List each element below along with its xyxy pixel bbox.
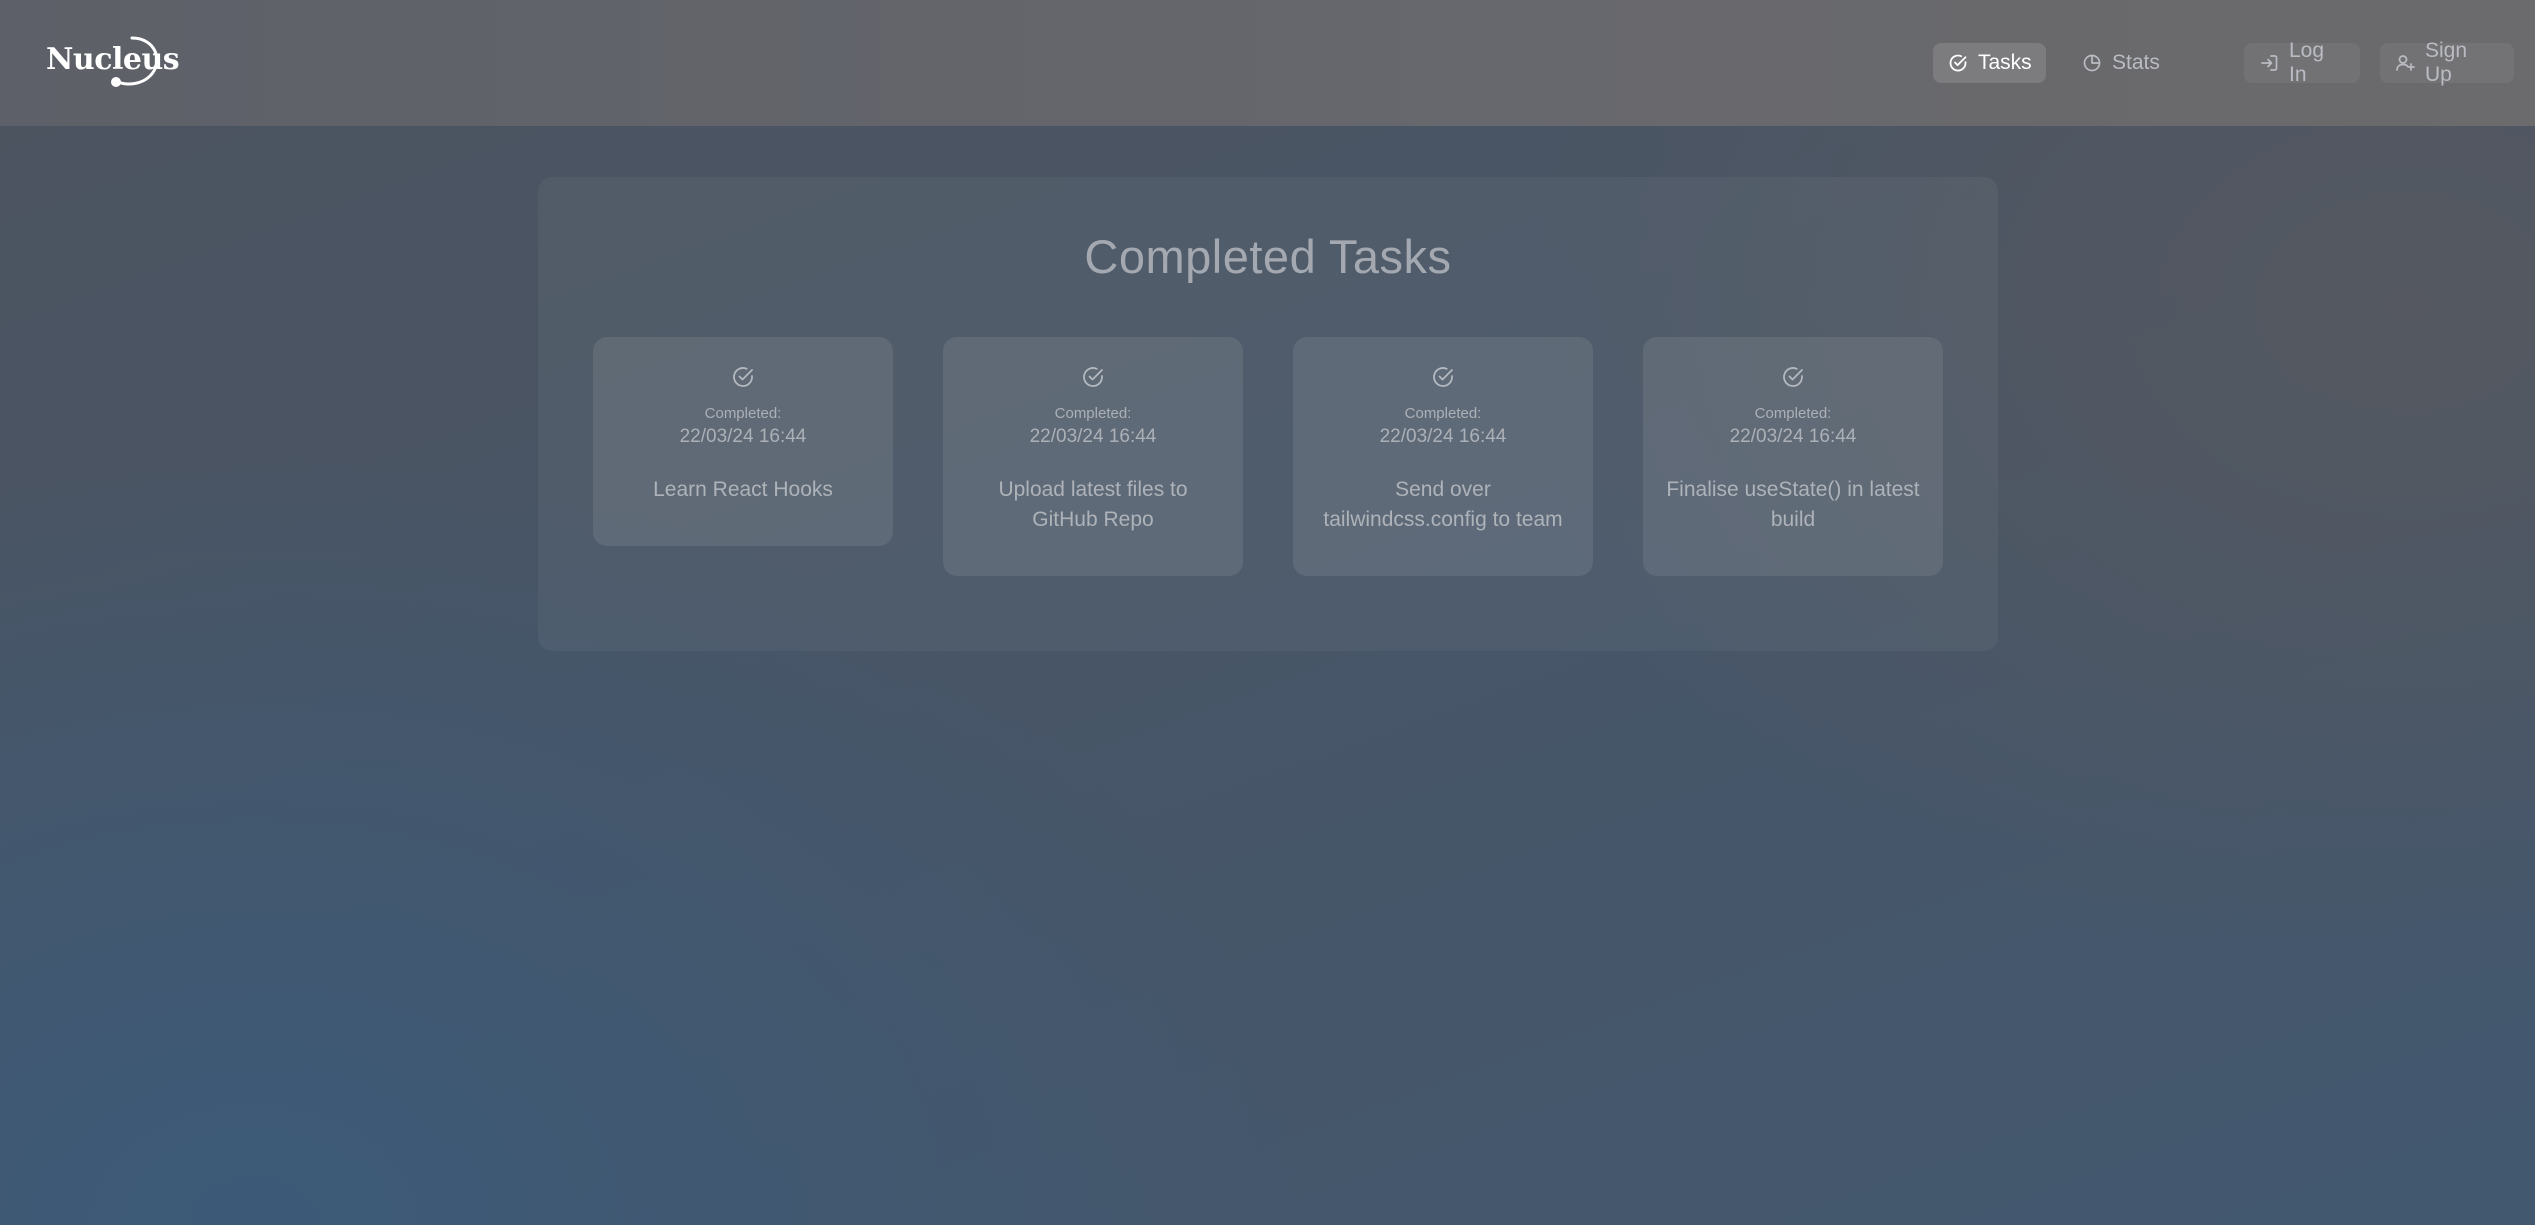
completed-label: Completed: [1054,405,1132,422]
user-plus-icon [2395,53,2415,73]
nav-tasks-label: Tasks [1978,51,2032,74]
signup-button[interactable]: Sign Up [2380,39,2514,86]
nucleus-logo[interactable]: Nucleus [46,32,180,96]
task-title: Finalise useState() in latest build [1666,478,1920,531]
check-circle-icon [1431,365,1455,389]
task-card[interactable]: Completed: 22/03/24 16:44 Upload latest … [943,337,1243,576]
completed-date: 22/03/24 16:44 [1029,426,1157,447]
completed-date: 22/03/24 16:44 [1379,426,1507,447]
nav-stats-label: Stats [2112,51,2160,74]
nav-tasks-button[interactable]: Tasks [1933,43,2046,83]
task-title: Learn React Hooks [653,478,833,501]
completed-date: 22/03/24 16:44 [679,426,807,447]
task-title: Upload latest files to GitHub Repo [998,478,1188,531]
page-title: Completed Tasks [1084,230,1452,283]
task-card[interactable]: Completed: 22/03/24 16:44 Learn React Ho… [593,337,893,546]
logo-text: Nucleus [46,42,180,77]
signup-label: Sign Up [2425,39,2468,86]
completed-label: Completed: [1404,405,1482,422]
check-circle-icon [1781,365,1805,389]
completed-label: Completed: [704,405,782,422]
completed-date: 22/03/24 16:44 [1729,426,1857,447]
nav-stats-button[interactable]: Stats [2067,43,2177,83]
login-icon [2259,53,2279,73]
check-circle-icon [1948,53,1968,73]
completed-label: Completed: [1754,405,1832,422]
pie-chart-icon [2082,53,2102,73]
completed-tasks-panel: Completed Tasks Completed: 22/03/24 16:4… [538,177,1998,651]
task-card[interactable]: Completed: 22/03/24 16:44 Finalise useSt… [1643,337,1943,576]
top-navbar: Nucleus Tasks Stats Log In Sign Up [0,0,2535,126]
login-label: Log In [2289,39,2325,86]
check-circle-icon [731,365,755,389]
task-card[interactable]: Completed: 22/03/24 16:44 Send over tail… [1293,337,1593,576]
login-button[interactable]: Log In [2244,39,2360,86]
check-circle-icon [1081,365,1105,389]
task-title: Send over tailwindcss.config to team [1323,478,1563,531]
